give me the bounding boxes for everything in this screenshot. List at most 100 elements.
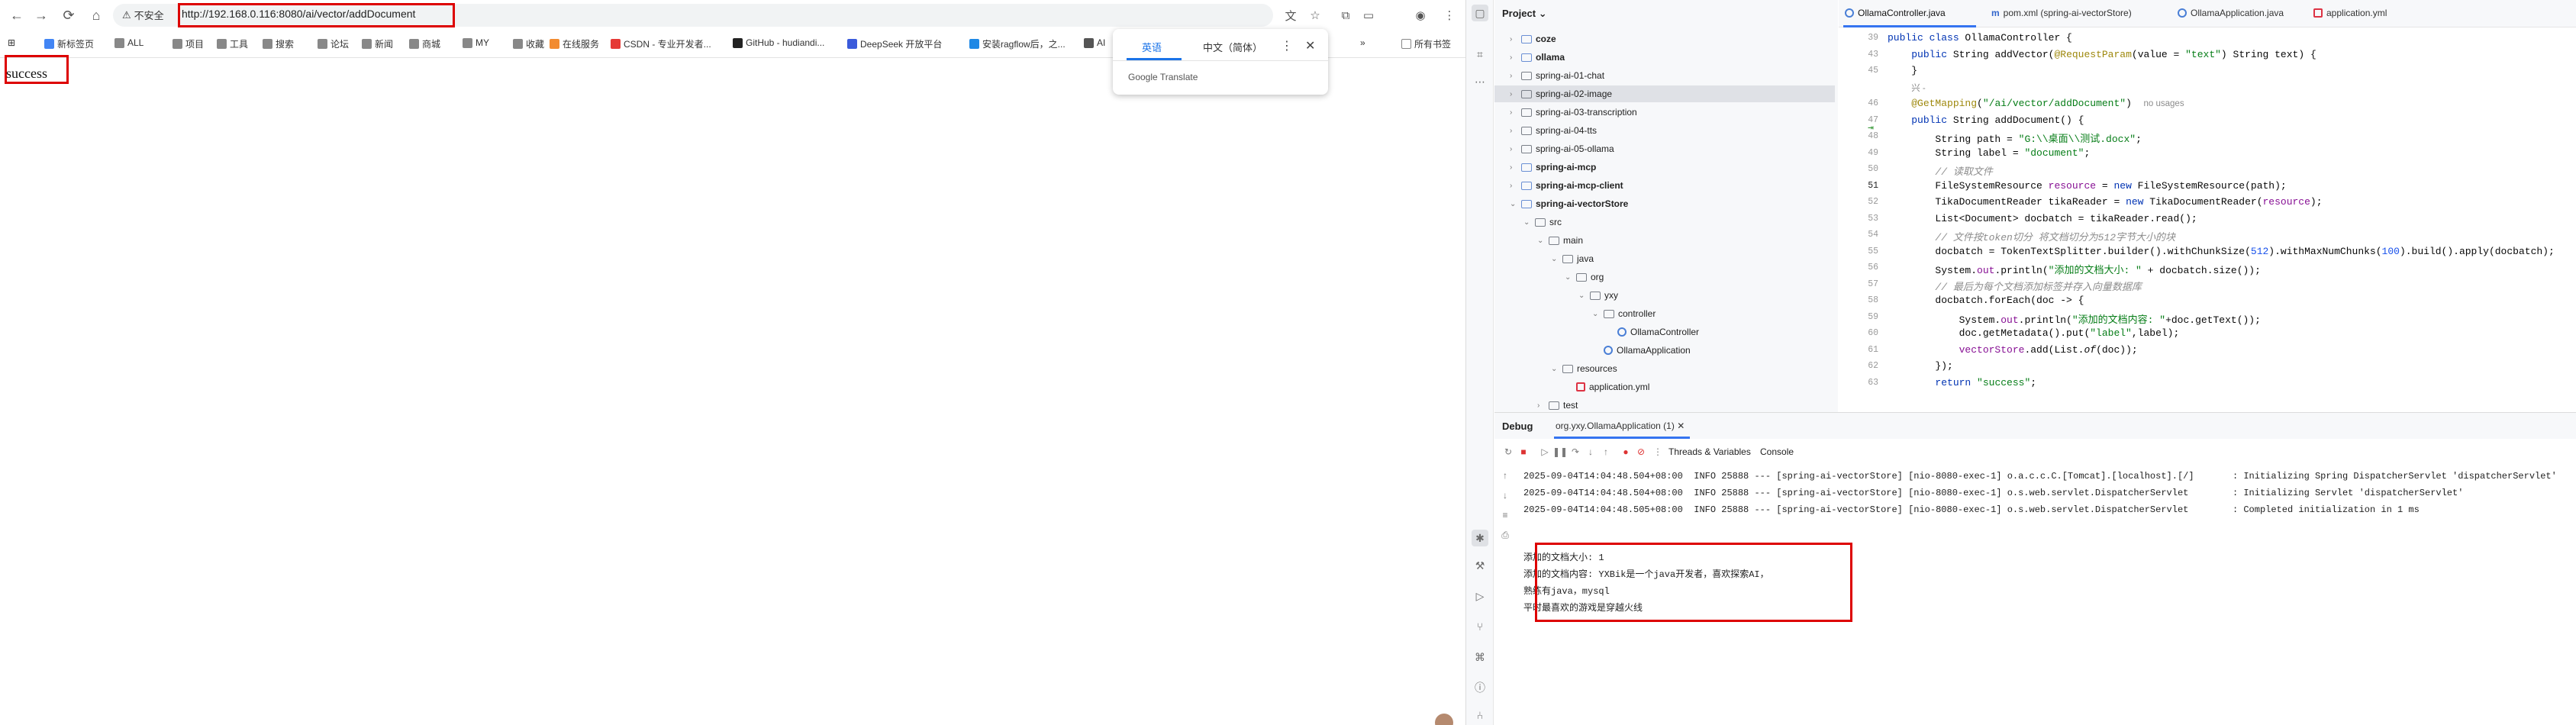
editor-tab[interactable]: OllamaController.java bbox=[1845, 8, 1946, 18]
chevron-icon[interactable]: ⌄ bbox=[1551, 255, 1559, 263]
bookmark-item[interactable]: DeepSeek 开放平台 bbox=[847, 37, 942, 50]
editor-tab[interactable]: OllamaApplication.java bbox=[2178, 8, 2284, 18]
bookmark-item[interactable]: 收藏 bbox=[513, 37, 544, 50]
chevron-icon[interactable]: ⌄ bbox=[1523, 218, 1531, 227]
debug-icon[interactable]: ✱ bbox=[1472, 530, 1488, 546]
translate-tab-chinese[interactable]: 中文（简体） bbox=[1203, 40, 1262, 54]
code-editor[interactable]: 39 43 45 46 47 48 49 50 51 52 53 54 55 56 57 58 59 60 61 62… bbox=[1839, 27, 2576, 412]
editor-tab[interactable]: m pom.xml (spring-ai-vectorStore) bbox=[1991, 8, 2132, 18]
chevron-icon[interactable]: ⌄ bbox=[1537, 237, 1545, 245]
build-icon[interactable]: ⚒ bbox=[1472, 557, 1488, 574]
tree-item[interactable]: › spring-ai-03-transcription bbox=[1494, 104, 1835, 121]
step-out-icon[interactable]: ↑ bbox=[1600, 446, 1612, 458]
breakpoints-icon[interactable]: ● bbox=[1620, 446, 1632, 458]
profile-icon[interactable]: ◉ bbox=[1412, 7, 1429, 24]
chevron-icon[interactable]: ⌄ bbox=[1578, 292, 1586, 300]
forward-icon[interactable]: → bbox=[32, 6, 50, 24]
git-icon[interactable]: ⑂ bbox=[1472, 618, 1488, 635]
more-tools-icon[interactable]: ⋯ bbox=[1472, 73, 1488, 90]
tree-item[interactable]: › spring-ai-mcp bbox=[1494, 159, 1835, 176]
back-icon[interactable]: ← bbox=[8, 6, 26, 24]
bookmark-item[interactable]: ALL bbox=[114, 37, 143, 48]
tree-item[interactable]: ⌄ controller bbox=[1494, 305, 1835, 322]
console-tab[interactable]: Console bbox=[1760, 446, 1794, 457]
endpoint-run-icon[interactable]: ⇥ bbox=[1868, 122, 1874, 134]
tree-item[interactable]: ⌄ yxy bbox=[1494, 287, 1835, 304]
tree-item[interactable]: ⌄ org bbox=[1494, 269, 1835, 285]
more-icon[interactable]: ⋮ bbox=[1652, 446, 1664, 458]
reload-icon[interactable]: ⟳ bbox=[60, 6, 78, 24]
pause-icon[interactable]: ❚❚ bbox=[1552, 446, 1568, 458]
problems-icon[interactable]: ⓘ bbox=[1472, 679, 1488, 696]
console-output[interactable]: 2025-09-04T14:04:48.504+08:00 INFO 25888… bbox=[1517, 463, 2576, 725]
threads-variables-tab[interactable]: Threads & Variables bbox=[1668, 446, 1751, 457]
chevron-icon[interactable]: › bbox=[1510, 90, 1517, 98]
apps-icon[interactable]: ⊞ bbox=[8, 37, 15, 48]
run-icon[interactable]: ▷ bbox=[1472, 588, 1488, 604]
chevron-icon[interactable]: › bbox=[1510, 35, 1517, 44]
scroll-up-icon[interactable]: ↑ bbox=[1499, 469, 1511, 482]
translate-close-icon[interactable]: ✕ bbox=[1305, 38, 1315, 53]
tree-item[interactable]: application.yml bbox=[1494, 379, 1835, 395]
bookmark-item[interactable]: 商城 bbox=[409, 37, 440, 50]
tree-item[interactable]: › ollama bbox=[1494, 49, 1835, 66]
step-over-icon[interactable]: ↷ bbox=[1569, 446, 1581, 458]
close-icon[interactable]: ✕ bbox=[1677, 420, 1685, 431]
translate-icon[interactable]: 文 bbox=[1282, 7, 1299, 24]
bookmark-item[interactable]: 在线服务 bbox=[550, 37, 599, 50]
star-icon[interactable]: ☆ bbox=[1307, 7, 1323, 24]
bookmark-item[interactable]: 新闻 bbox=[362, 37, 393, 50]
chevron-icon[interactable]: ⌄ bbox=[1551, 365, 1559, 373]
project-folder-icon[interactable]: ▢ bbox=[1472, 5, 1488, 21]
bookmark-item[interactable]: MY bbox=[463, 37, 489, 48]
terminal-icon[interactable]: ⌘ bbox=[1472, 649, 1488, 665]
chevron-icon[interactable]: ⌄ bbox=[1565, 273, 1572, 282]
bookmark-item[interactable]: 安装ragflow后，之... bbox=[969, 37, 1066, 50]
project-panel-title[interactable]: Project ⌄ bbox=[1502, 8, 1547, 20]
bookmark-item[interactable]: 论坛 bbox=[318, 37, 349, 50]
extensions-icon[interactable]: ⧉ bbox=[1337, 7, 1354, 24]
bookmark-item[interactable]: 搜索 bbox=[263, 37, 294, 50]
chevron-icon[interactable]: › bbox=[1537, 401, 1545, 410]
bookmark-item[interactable]: 新标签页 bbox=[44, 37, 94, 50]
chevron-icon[interactable]: › bbox=[1510, 127, 1517, 135]
all-bookmarks[interactable]: 所有书签 bbox=[1401, 37, 1451, 50]
bookmark-item[interactable]: 工具 bbox=[217, 37, 248, 50]
security-indicator[interactable]: ⚠ 不安全 bbox=[122, 8, 164, 22]
chevron-icon[interactable]: › bbox=[1510, 182, 1517, 190]
chevron-icon[interactable]: › bbox=[1510, 163, 1517, 172]
tree-item[interactable]: OllamaApplication bbox=[1494, 342, 1835, 359]
mute-breakpoints-icon[interactable]: ⊘ bbox=[1635, 446, 1647, 458]
step-into-icon[interactable]: ↓ bbox=[1585, 446, 1597, 458]
url-text[interactable]: http://192.168.0.116:8080/ai/vector/addD… bbox=[182, 8, 415, 20]
chevron-icon[interactable]: › bbox=[1510, 53, 1517, 62]
tree-item[interactable]: › coze bbox=[1494, 31, 1835, 47]
tree-item[interactable]: › spring-ai-mcp-client bbox=[1494, 177, 1835, 194]
home-icon[interactable]: ⌂ bbox=[87, 6, 105, 24]
debug-session-tab[interactable]: org.yxy.OllamaApplication (1) ✕ bbox=[1556, 420, 1685, 431]
tree-item[interactable]: ⌄ resources bbox=[1494, 360, 1835, 377]
bookmark-item[interactable]: 项目 bbox=[172, 37, 204, 50]
rerun-icon[interactable]: ↻ bbox=[1502, 446, 1514, 458]
tree-item[interactable]: › spring-ai-01-chat bbox=[1494, 67, 1835, 84]
scroll-down-icon[interactable]: ↓ bbox=[1499, 489, 1511, 501]
version-control-icon[interactable]: ⑃ bbox=[1472, 707, 1488, 723]
stop-icon[interactable]: ■ bbox=[1517, 446, 1530, 458]
chevron-icon[interactable]: ⌄ bbox=[1592, 310, 1600, 318]
structure-icon[interactable]: ⌗ bbox=[1472, 46, 1488, 63]
chevron-icon[interactable]: › bbox=[1510, 72, 1517, 80]
print-icon[interactable]: ⎙ bbox=[1499, 529, 1511, 541]
chevron-icon[interactable]: › bbox=[1510, 108, 1517, 117]
menu-icon[interactable]: ⋮ bbox=[1441, 7, 1458, 24]
translate-tab-english[interactable]: 英语 bbox=[1142, 40, 1162, 54]
tree-item[interactable]: ⌄ src bbox=[1494, 214, 1835, 230]
tree-item[interactable]: ⌄ spring-ai-vectorStore bbox=[1494, 195, 1835, 212]
editor-tab[interactable]: application.yml bbox=[2313, 8, 2387, 18]
tree-item[interactable]: OllamaController bbox=[1494, 324, 1835, 340]
chevron-icon[interactable]: ⌄ bbox=[1510, 200, 1517, 208]
soft-wrap-icon[interactable]: ≡ bbox=[1499, 509, 1511, 521]
bookmark-item[interactable]: GitHub - hudiandi... bbox=[733, 37, 824, 48]
translate-more-icon[interactable]: ⋮ bbox=[1281, 38, 1293, 53]
bookmark-item[interactable]: CSDN - 专业开发者... bbox=[611, 37, 711, 50]
resume-icon[interactable]: ▷ bbox=[1539, 446, 1551, 458]
